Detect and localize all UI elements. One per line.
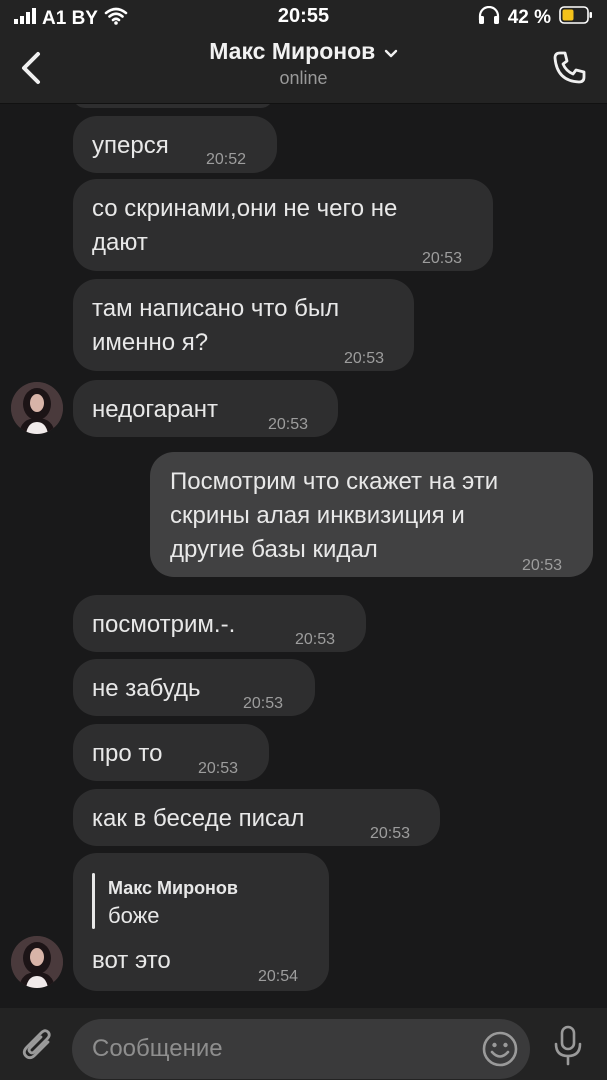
avatar[interactable] xyxy=(11,382,63,434)
chat-header: Макс Миронов online xyxy=(0,34,607,104)
message-line: другие базы кидал xyxy=(170,536,378,563)
message-text: вот это xyxy=(92,947,171,974)
message-text: про то xyxy=(92,740,163,767)
message-text: уперся xyxy=(92,132,169,159)
message-text: как в беседе писал xyxy=(92,805,305,832)
message-line: дают xyxy=(92,229,148,256)
message-input-container[interactable] xyxy=(72,1019,530,1079)
message-text: недогарант xyxy=(92,396,218,423)
contact-title[interactable]: Макс Миронов online xyxy=(0,38,607,89)
message-text: не забудь xyxy=(92,675,201,702)
reply-quote-bar xyxy=(92,873,95,929)
message-composer xyxy=(0,1008,607,1080)
message-input[interactable] xyxy=(92,1027,472,1071)
message-time: 20:54 xyxy=(258,968,299,985)
message-bubble[interactable]: уперся 20:52 xyxy=(73,116,277,173)
emoji-button[interactable] xyxy=(480,1029,520,1069)
message-time: 20:53 xyxy=(243,695,284,712)
headphones-icon xyxy=(478,5,500,29)
message-bubble[interactable]: со скринами,они не чего не дают 20:53 xyxy=(73,179,493,271)
message-time: 20:52 xyxy=(206,151,247,168)
message-bubble[interactable] xyxy=(73,104,273,108)
message-time: 20:53 xyxy=(344,350,385,367)
contact-status: online xyxy=(279,68,328,88)
message-bubble[interactable]: недогарант 20:53 xyxy=(73,380,338,437)
message-line: скрины алая инквизиция и xyxy=(170,502,465,529)
emoji-icon xyxy=(482,1031,518,1067)
message-bubble-reply[interactable]: Макс Миронов боже вот это 20:54 xyxy=(73,853,329,991)
call-button[interactable] xyxy=(549,48,589,88)
voice-message-button[interactable] xyxy=(548,1024,588,1068)
microphone-icon xyxy=(554,1025,582,1066)
message-bubble[interactable]: как в беседе писал 20:53 xyxy=(73,789,440,846)
phone-icon xyxy=(553,51,586,84)
message-bubble[interactable]: посмотрим.-. 20:53 xyxy=(73,595,366,652)
message-text: там написано что был именно я? xyxy=(92,292,339,360)
message-bubble[interactable]: про то 20:53 xyxy=(73,724,269,781)
message-time: 20:53 xyxy=(198,760,239,777)
message-text: посмотрим.-. xyxy=(92,611,236,638)
battery-percent: 42 % xyxy=(507,6,551,28)
message-list[interactable]: уперся 20:52 со скринами,они не чего не … xyxy=(0,104,607,1008)
chevron-down-icon xyxy=(384,46,398,64)
message-time: 20:53 xyxy=(268,416,309,433)
message-line: там написано что был xyxy=(92,295,340,322)
message-bubble-outgoing[interactable]: Посмотрим что скажет на эти скрины алая … xyxy=(150,452,593,577)
status-bar: A1 BY 20:55 42 % xyxy=(0,0,607,34)
reply-text: боже xyxy=(108,903,160,928)
attach-button[interactable] xyxy=(18,1024,58,1066)
message-time: 20:53 xyxy=(370,825,411,842)
message-time: 20:53 xyxy=(295,631,336,648)
battery-icon xyxy=(559,6,593,29)
message-line: Посмотрим что скажет на эти xyxy=(170,468,499,495)
message-line: именно я? xyxy=(92,329,209,356)
message-line: со скринами,они не чего не xyxy=(92,195,398,222)
message-bubble[interactable]: там написано что был именно я? 20:53 xyxy=(73,279,414,371)
message-text: со скринами,они не чего не дают xyxy=(92,192,397,260)
contact-name: Макс Миронов xyxy=(209,38,376,64)
message-bubble[interactable]: не забудь 20:53 xyxy=(73,659,315,716)
message-time: 20:53 xyxy=(522,557,563,574)
avatar[interactable] xyxy=(11,936,63,988)
paperclip-icon xyxy=(22,1029,51,1060)
chat-screen: A1 BY 20:55 42 % Макс Миронов online упе… xyxy=(0,0,607,1080)
message-text: Посмотрим что скажет на эти скрины алая … xyxy=(170,465,498,567)
message-time: 20:53 xyxy=(422,250,463,267)
